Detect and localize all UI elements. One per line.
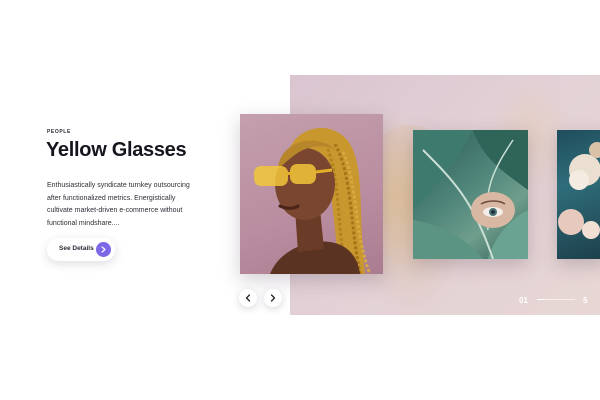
prev-slide-button[interactable] bbox=[239, 289, 257, 307]
slide-title: Yellow Glasses bbox=[46, 139, 187, 161]
see-details-label: See Details bbox=[59, 245, 94, 252]
chevron-right-icon bbox=[96, 242, 111, 257]
slide-image-yellow-glasses[interactable] bbox=[240, 114, 383, 274]
leaf-illustration bbox=[413, 130, 528, 259]
pager-current: 01 bbox=[519, 296, 528, 305]
portrait-illustration bbox=[254, 128, 372, 274]
next-slide-button[interactable] bbox=[264, 289, 282, 307]
pager-total: 5 bbox=[583, 296, 588, 305]
chevron-right-icon bbox=[270, 294, 276, 302]
pager-progress-fill bbox=[537, 299, 545, 300]
slide-image-flowers[interactable] bbox=[557, 130, 600, 259]
see-details-button[interactable]: See Details bbox=[47, 238, 115, 261]
slide-image-leaf-eye[interactable] bbox=[413, 130, 528, 259]
pager-progress-track bbox=[537, 299, 575, 300]
chevron-left-icon bbox=[245, 294, 251, 302]
slide-description: Enthusiastically syndicate turnkey outso… bbox=[47, 182, 190, 227]
slide-category: PEOPLE bbox=[47, 129, 71, 135]
flowers-illustration bbox=[558, 142, 600, 239]
slider-section: PEOPLE Yellow Glasses Enthusiastically s… bbox=[0, 0, 600, 400]
